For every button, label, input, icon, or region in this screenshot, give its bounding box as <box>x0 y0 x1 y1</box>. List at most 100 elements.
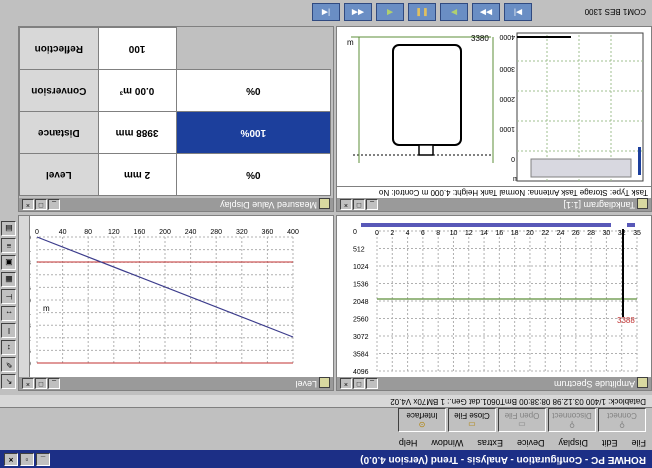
last-record-button[interactable]: ▶| <box>504 3 532 21</box>
reverse-button[interactable]: ◀ <box>376 3 404 21</box>
maximize-icon[interactable]: □ <box>353 199 365 210</box>
spectrum-grid <box>376 230 638 372</box>
close-icon[interactable]: × <box>4 453 18 466</box>
disconnect-button[interactable]: ⚲ Disconnect <box>548 408 596 432</box>
first-record-button[interactable]: |◀ <box>312 3 340 21</box>
app-title-bar: ROHWE PC - Configuration - Analysis - Tr… <box>0 450 652 468</box>
menu-device[interactable]: Device <box>517 436 545 448</box>
conversion-label: Conversion <box>19 69 99 112</box>
arrows-horizontal-icon[interactable]: ↔ <box>1 306 17 321</box>
level-chart: 040801201602002402803203604000.00.40.81.… <box>29 229 299 368</box>
menu-file[interactable]: File <box>631 436 646 448</box>
list-icon[interactable]: ≡ <box>1 238 17 253</box>
next-record-button[interactable]: ▶▶ <box>472 3 500 21</box>
tank-diagram-pane: Tankdiagram [1:1] _ □ × Task Type: Stora… <box>336 26 652 212</box>
grid-icon[interactable]: ▦ <box>1 272 17 287</box>
window-icon <box>637 377 648 388</box>
pen-icon[interactable]: ✎ <box>1 357 17 372</box>
status-text: Datablock: 1/400 03.12.98 08:38:00 BmT06… <box>390 397 646 406</box>
level-pane-controls: _ □ × <box>22 378 60 389</box>
x-tick-label: 360 <box>262 229 274 236</box>
window-controls: _ ▫ × <box>4 453 50 466</box>
x-tick-label: 18 <box>511 230 519 237</box>
close-icon[interactable]: × <box>22 199 34 210</box>
y-tick-label: 2560 <box>353 317 369 324</box>
play-button[interactable]: ▶ <box>440 3 468 21</box>
reflection-percent <box>176 27 331 70</box>
unplug-icon: ⚲ <box>569 420 575 429</box>
x-tick-label: 4 <box>406 230 410 237</box>
measured-pane-title-bar: Measured Value Display _ □ × <box>19 198 333 211</box>
minimize-icon[interactable]: _ <box>48 199 60 210</box>
close-icon[interactable]: × <box>22 378 34 389</box>
interface-button[interactable]: ⊙ Interface <box>398 408 446 432</box>
restore-icon[interactable]: ▫ <box>20 453 34 466</box>
pointer-icon[interactable]: ↖ <box>1 374 17 389</box>
tool-strip: ↖ ✎ ↕ I ↔ ⊢ ▦ ▣ ≡ ▤ <box>0 167 18 395</box>
toolbar: ⚲ Connect ⚲ Disconnect ▭ Open File ▭ Close F… <box>0 408 652 434</box>
x-tick-label: 24 <box>557 230 565 237</box>
close-file-button[interactable]: ▭ Close File <box>448 408 496 432</box>
level-value: 2 mm <box>98 153 177 196</box>
y-tick-label: 512 <box>353 247 365 254</box>
pause-button[interactable]: ❚❚ <box>408 3 436 21</box>
span-icon[interactable]: ⊢ <box>1 289 17 304</box>
x-tick-label: 2 <box>390 230 394 237</box>
app-title: ROHWE PC - Configuration - Analysis - Tr… <box>360 454 646 465</box>
menu-extras[interactable]: Extras <box>477 436 503 448</box>
arrows-vertical-icon[interactable]: ↕ <box>1 340 17 355</box>
maximize-icon[interactable]: □ <box>35 378 47 389</box>
x-tick-label: 200 <box>159 229 171 236</box>
x-tick-label: 10 <box>450 230 458 237</box>
folder-open-icon: ▭ <box>518 420 526 429</box>
tank-info-line: Task Type: Storage Task Antenna: Normal … <box>337 186 651 198</box>
window-icon <box>637 198 648 209</box>
cursor-i-icon[interactable]: I <box>1 323 17 338</box>
folder-icon: ▭ <box>468 420 476 429</box>
tank-top-value: 3380 <box>471 34 489 43</box>
distance-value: 3988 mm <box>98 111 177 154</box>
close-icon[interactable]: × <box>340 199 352 210</box>
plug-icon: ⚲ <box>619 420 625 429</box>
menu-edit[interactable]: Edit <box>602 436 618 448</box>
level-label: Level <box>19 153 99 196</box>
print-icon[interactable]: ▤ <box>1 221 17 236</box>
level-grid <box>36 236 294 364</box>
tank-pane-controls: _ □ × <box>340 199 378 210</box>
minimize-icon[interactable]: _ <box>366 378 378 389</box>
maximize-icon[interactable]: □ <box>353 378 365 389</box>
x-tick-label: 12 <box>465 230 473 237</box>
maximize-icon[interactable]: □ <box>35 199 47 210</box>
menu-window[interactable]: Window <box>431 436 463 448</box>
reflection-value: 100 <box>98 27 177 70</box>
x-tick-label: 32 <box>618 230 626 237</box>
x-tick-label: 22 <box>541 230 549 237</box>
minimize-icon[interactable]: _ <box>36 453 50 466</box>
menu-display[interactable]: Display <box>558 436 588 448</box>
x-tick-label: 240 <box>185 229 197 236</box>
minimize-icon[interactable]: _ <box>366 199 378 210</box>
conversion-value: 0.00 m³ <box>98 69 177 112</box>
y-tick-label: 3584 <box>353 352 369 359</box>
tank-pane-title: Tankdiagram [1:1] <box>563 200 635 210</box>
level-vertical-scrollbar[interactable] <box>19 216 30 377</box>
zoom-icon[interactable]: ▣ <box>1 255 17 270</box>
table-row: 100% 3988 mm Distance <box>19 111 331 154</box>
tank-hatch-area <box>530 158 632 178</box>
menu-help[interactable]: Help <box>399 436 418 448</box>
svg-text:1000: 1000 <box>499 125 515 132</box>
connect-button[interactable]: ⚲ Connect <box>598 408 646 432</box>
x-tick-label: 0 <box>375 230 379 237</box>
open-file-button[interactable]: ▭ Open File <box>498 408 546 432</box>
close-icon[interactable]: × <box>340 378 352 389</box>
previous-record-button[interactable]: ◀◀ <box>344 3 372 21</box>
y-tick-label: 0 <box>353 229 357 236</box>
minimize-icon[interactable]: _ <box>48 378 60 389</box>
y-tick-label: 1536 <box>353 282 369 289</box>
spectrum-marker-value: 3388 <box>617 316 635 325</box>
spectrum-bar-marker <box>627 223 635 227</box>
measured-pane-title: Measured Value Display <box>220 200 317 210</box>
window-icon <box>319 198 330 209</box>
tank-blue-marker <box>638 147 641 175</box>
x-tick-label: 26 <box>572 230 580 237</box>
